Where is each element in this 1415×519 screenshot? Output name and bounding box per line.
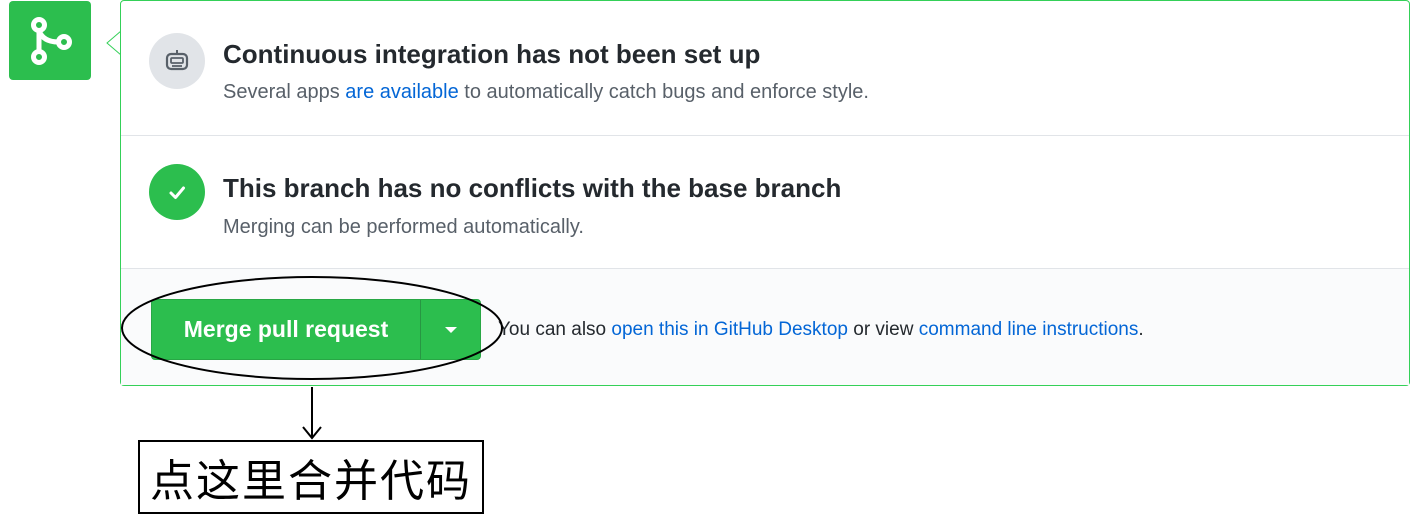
- highlight-ellipse: [121, 276, 503, 380]
- annotation-label: 点这里合并代码: [138, 440, 484, 514]
